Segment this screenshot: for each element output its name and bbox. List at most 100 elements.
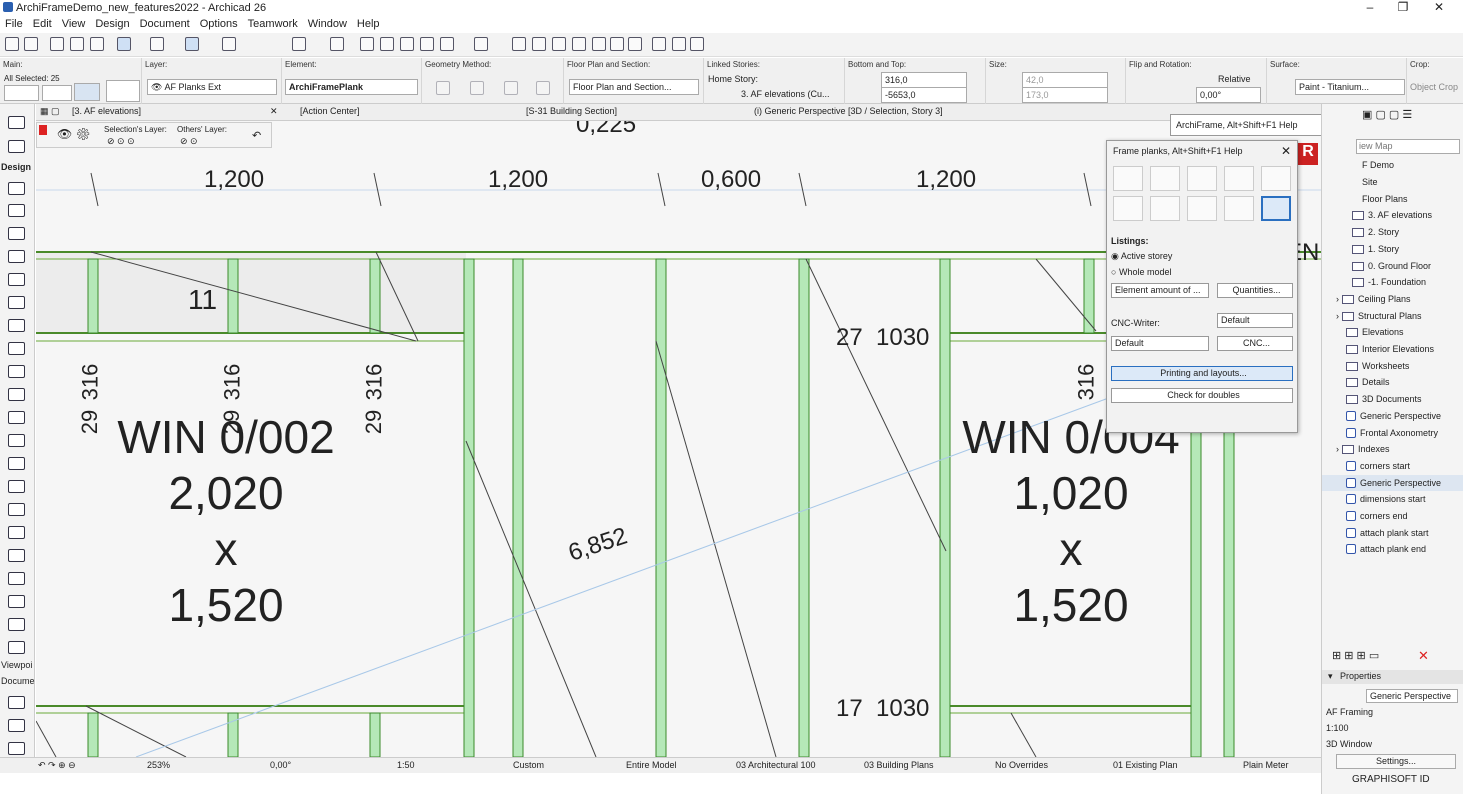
- menu-help[interactable]: Help: [352, 18, 385, 30]
- menu-file[interactable]: File: [0, 18, 28, 30]
- geometry-trapezoid-icon[interactable]: [470, 81, 484, 95]
- flag-icon[interactable]: [652, 37, 666, 51]
- nav-item-worksheets[interactable]: Worksheets: [1346, 361, 1409, 371]
- plank-extend-icon[interactable]: [1150, 166, 1180, 191]
- suspend-group-icon[interactable]: [185, 37, 199, 51]
- chevron-right-icon[interactable]: ›: [1336, 294, 1339, 304]
- selection-mode-control[interactable]: [4, 85, 39, 101]
- adjust-icon[interactable]: [474, 37, 488, 51]
- navigator-bottom-icons[interactable]: ⊞ ⊞ ⊞ ▭: [1332, 649, 1379, 662]
- graphisoft-id-link[interactable]: GRAPHISOFT ID: [1352, 774, 1430, 785]
- element-type-control[interactable]: [42, 85, 72, 101]
- rotation-field[interactable]: 0,00°: [1196, 87, 1261, 103]
- nav-item-corners-start[interactable]: corners start: [1346, 461, 1410, 471]
- properties-header[interactable]: ▾ Properties: [1322, 670, 1463, 684]
- home-story-dropdown[interactable]: 3. AF elevations (Cu...: [738, 87, 843, 103]
- menu-design[interactable]: Design: [90, 18, 134, 30]
- favorite-icon[interactable]: [74, 83, 100, 101]
- nav-item-attach-plank-end[interactable]: attach plank end: [1346, 544, 1426, 554]
- geometry-straight-icon[interactable]: [436, 81, 450, 95]
- extend-icon[interactable]: [552, 37, 566, 51]
- nav-item-frontal-axonometry[interactable]: Frontal Axonometry: [1346, 428, 1438, 438]
- shell-tool-icon[interactable]: [8, 296, 25, 309]
- nav-item-ceiling-plans[interactable]: › Ceiling Plans: [1336, 294, 1411, 304]
- chevron-right-icon[interactable]: ›: [1336, 444, 1339, 454]
- layer-combo-icon[interactable]: [292, 37, 306, 51]
- drawing-scale[interactable]: 1:50: [397, 760, 415, 770]
- object-tool-icon[interactable]: [8, 480, 25, 493]
- guide-icon[interactable]: [117, 37, 131, 51]
- palette-close-icon[interactable]: ✕: [1281, 144, 1291, 158]
- undo-icon[interactable]: [5, 37, 19, 51]
- beam-tool-icon[interactable]: [8, 227, 25, 240]
- view-map-search[interactable]: iew Map: [1356, 139, 1460, 154]
- tab-close-icon[interactable]: ✕: [270, 106, 278, 117]
- restore-button[interactable]: ❐: [1386, 0, 1420, 16]
- pick-icon[interactable]: [50, 37, 64, 51]
- slab-tool-icon[interactable]: [8, 250, 25, 263]
- nav-item-3d-documents[interactable]: 3D Documents: [1346, 394, 1422, 404]
- grid-icon[interactable]: [222, 37, 236, 51]
- elevation-icon[interactable]: [610, 37, 624, 51]
- layer-visibility-icon[interactable]: 👁 ⚙: [57, 127, 91, 141]
- plank-cross-icon[interactable]: [1150, 196, 1180, 221]
- offset-icon[interactable]: [380, 37, 394, 51]
- floorplan-dropdown[interactable]: Floor Plan and Section...: [569, 79, 699, 95]
- nav-item-attach-plank-start[interactable]: attach plank start: [1346, 528, 1429, 538]
- nav-item-dimensions-start[interactable]: dimensions start: [1346, 494, 1426, 504]
- property-layer-combo[interactable]: AF Framing: [1326, 707, 1373, 717]
- radio-whole-model[interactable]: ○ Whole model: [1111, 267, 1171, 277]
- skylight-tool-icon[interactable]: [8, 434, 25, 447]
- check-doubles-dropdown[interactable]: Check for doubles: [1111, 388, 1293, 403]
- size-width-field[interactable]: 42,0: [1022, 72, 1108, 88]
- menu-window[interactable]: Window: [303, 18, 352, 30]
- plank-rotate-icon[interactable]: [1224, 166, 1254, 191]
- zone-tool-icon[interactable]: [8, 503, 25, 516]
- nav-item-story-1[interactable]: 1. Story: [1352, 244, 1399, 254]
- intersect-icon[interactable]: [400, 37, 414, 51]
- top-field[interactable]: -5653,0: [881, 87, 967, 103]
- tab-grid-icon[interactable]: ▦ ▢: [40, 106, 60, 117]
- column-tool-icon[interactable]: [8, 204, 25, 217]
- property-name-field[interactable]: Generic Perspective: [1366, 689, 1458, 703]
- curtain-wall-tool-icon[interactable]: [8, 365, 25, 378]
- nav-item-demo[interactable]: F Demo: [1362, 160, 1394, 170]
- radio-active-storey[interactable]: ◉ Active storey: [1111, 251, 1172, 262]
- opening-tool-icon[interactable]: [8, 457, 25, 470]
- bottom-field[interactable]: 316,0: [881, 72, 967, 88]
- arrow-tool-icon[interactable]: [8, 116, 25, 129]
- zoom-controls[interactable]: ↶ ↷ ⊕ ⊖: [38, 760, 76, 771]
- explode-icon[interactable]: [440, 37, 454, 51]
- corner-icon[interactable]: [572, 37, 586, 51]
- others-layer-icons[interactable]: ⊘ ⊙: [180, 136, 198, 147]
- cnc-button[interactable]: CNC...: [1217, 336, 1293, 351]
- menu-view[interactable]: View: [57, 18, 91, 30]
- tab-action-center[interactable]: [Action Center]: [300, 106, 360, 116]
- nav-item-corners-end[interactable]: corners end: [1346, 511, 1408, 521]
- roof-tool-icon[interactable]: [8, 273, 25, 286]
- settings-button[interactable]: Settings...: [1336, 754, 1456, 769]
- nav-item-foundation[interactable]: -1. Foundation: [1352, 277, 1426, 287]
- tab-generic-perspective[interactable]: (i) Generic Perspective [3D / Selection,…: [754, 106, 943, 116]
- curtain-tool-icon[interactable]: [8, 618, 25, 631]
- graphic-overrides[interactable]: No Overrides: [995, 760, 1048, 770]
- 3d-object-tool-icon[interactable]: [8, 595, 25, 608]
- morph-tool-icon[interactable]: [8, 549, 25, 562]
- plank-add-icon[interactable]: [1113, 166, 1143, 191]
- crop-value[interactable]: Object Crop: [1410, 82, 1458, 92]
- chevron-right-icon[interactable]: ›: [1336, 311, 1339, 321]
- plank-split-icon[interactable]: [1187, 166, 1217, 191]
- plank-box-icon[interactable]: [1113, 196, 1143, 221]
- snap-icon[interactable]: [150, 37, 164, 51]
- printing-layouts-button[interactable]: Printing and layouts...: [1111, 366, 1293, 381]
- cnc-writer-dropdown[interactable]: Default: [1217, 313, 1293, 328]
- surface-dropdown[interactable]: Paint - Titanium...: [1295, 79, 1405, 95]
- delete-view-icon[interactable]: ✕: [1418, 648, 1429, 664]
- archiframe-r-icon[interactable]: R: [1298, 143, 1318, 165]
- marquee-tool-icon[interactable]: [8, 140, 25, 153]
- pen-icon[interactable]: [90, 37, 104, 51]
- trim-icon[interactable]: [360, 37, 374, 51]
- nav-item-ground-floor[interactable]: 0. Ground Floor: [1352, 261, 1431, 271]
- tab-af-elevations[interactable]: [3. AF elevations]: [72, 106, 141, 116]
- menu-edit[interactable]: Edit: [28, 18, 57, 30]
